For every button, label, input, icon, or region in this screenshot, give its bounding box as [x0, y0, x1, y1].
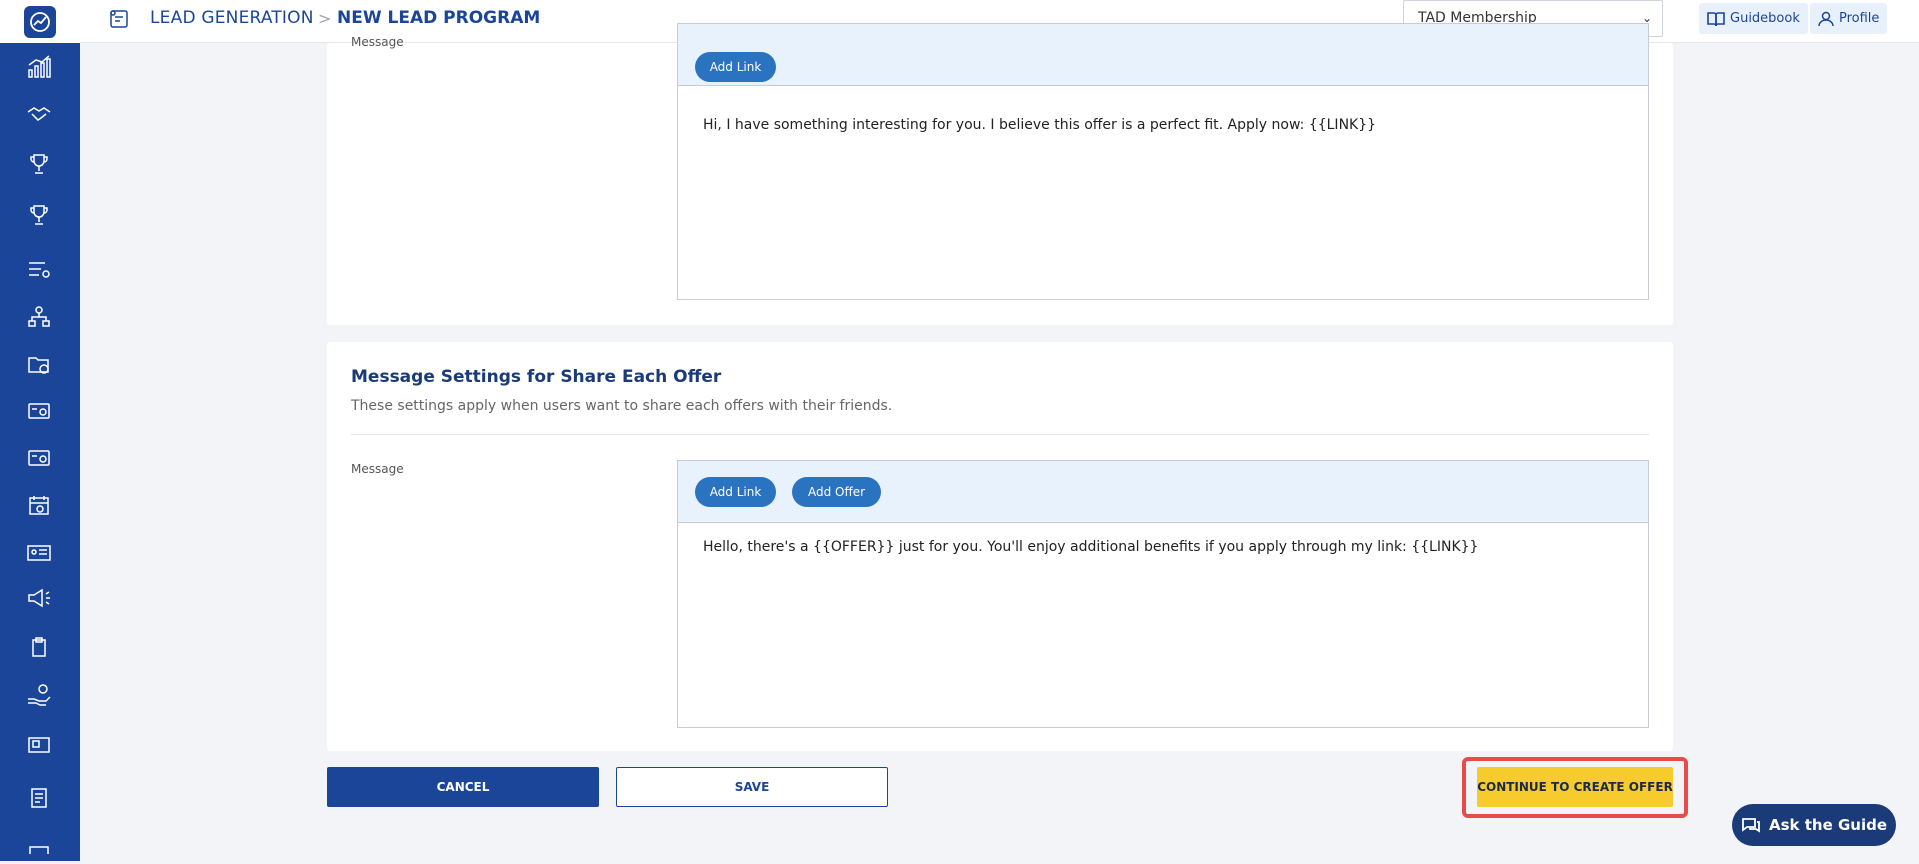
add-offer-button[interactable]: Add Offer	[792, 477, 881, 507]
message-label: Message	[351, 35, 404, 49]
clipboard-icon[interactable]	[24, 632, 54, 662]
save-button[interactable]: SAVE	[616, 767, 888, 807]
guidebook-button[interactable]: Guidebook	[1699, 3, 1808, 34]
share-offer-message-editor[interactable]: Add Link Add Offer Hello, there's a {{OF…	[677, 460, 1649, 728]
id-card-icon[interactable]	[24, 538, 54, 568]
profile-button[interactable]: Profile	[1810, 3, 1888, 34]
more-icon[interactable]	[24, 834, 54, 864]
calendar-icon[interactable]	[24, 490, 54, 520]
message-text[interactable]: Hi, I have something interesting for you…	[703, 117, 1376, 133]
page-title: NEW LEAD PROGRAM	[337, 8, 541, 28]
sidebar	[0, 0, 80, 861]
lead-generation-icon	[108, 8, 132, 32]
document-icon[interactable]	[24, 783, 54, 813]
share-offer-settings-card: Message Settings for Share Each Offer Th…	[327, 342, 1673, 751]
trophy-icon[interactable]	[24, 149, 54, 179]
megaphone-icon[interactable]	[24, 583, 54, 613]
handshake-icon[interactable]	[24, 100, 54, 130]
book-icon	[1707, 11, 1725, 26]
ask-the-guide-button[interactable]: Ask the Guide	[1732, 804, 1896, 846]
card-settings-icon[interactable]	[24, 396, 54, 426]
breadcrumb-section[interactable]: LEAD GENERATION	[150, 8, 314, 28]
user-icon	[1818, 11, 1834, 26]
app-logo[interactable]	[0, 0, 80, 43]
card-settings-alt-icon[interactable]	[24, 443, 54, 473]
section-subtitle: These settings apply when users want to …	[351, 398, 893, 414]
add-link-button[interactable]: Add Link	[695, 477, 776, 507]
org-chart-icon[interactable]	[24, 302, 54, 332]
ask-the-guide-label: Ask the Guide	[1768, 816, 1888, 834]
editor-toolbar: Add Link Add Offer	[678, 461, 1648, 523]
guidebook-label: Guidebook	[1730, 11, 1800, 26]
trophy-alt-icon[interactable]	[24, 200, 54, 230]
divider	[351, 434, 1649, 435]
logo-icon	[24, 5, 56, 38]
profile-label: Profile	[1839, 11, 1880, 26]
continue-to-create-offer-button[interactable]: CONTINUE TO CREATE OFFER	[1477, 767, 1673, 807]
folder-clock-icon[interactable]	[24, 350, 54, 380]
breadcrumb-separator: >	[318, 9, 332, 28]
editor-toolbar: Add Link	[678, 24, 1648, 86]
chat-bubble-icon	[1742, 818, 1760, 833]
analytics-icon[interactable]	[24, 52, 54, 82]
cancel-button[interactable]: CANCEL	[327, 767, 599, 807]
add-link-button[interactable]: Add Link	[695, 52, 776, 82]
message-settings-card: Message Add Link Hi, I have something in…	[327, 23, 1673, 325]
message-editor[interactable]: Add Link Hi, I have something interestin…	[677, 23, 1649, 300]
hand-coin-icon[interactable]	[24, 680, 54, 710]
list-settings-icon[interactable]	[24, 254, 54, 284]
message-label: Message	[351, 462, 404, 476]
share-offer-message-text[interactable]: Hello, there's a {{OFFER}} just for you.…	[703, 539, 1478, 555]
section-title: Message Settings for Share Each Offer	[351, 367, 722, 387]
image-card-icon[interactable]	[24, 730, 54, 760]
